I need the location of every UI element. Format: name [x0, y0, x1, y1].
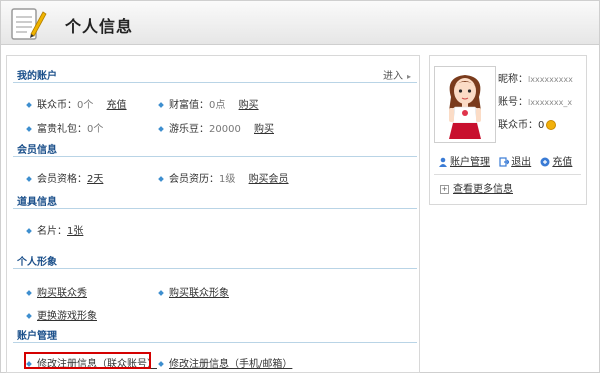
buy-wealth-link[interactable]: 购买	[239, 100, 259, 111]
bullet-icon	[26, 101, 32, 108]
plus-icon: +	[440, 184, 449, 194]
more-info-row: + 查看更多信息	[440, 180, 513, 195]
arrow-right-icon: ▸	[406, 72, 411, 81]
bullet-icon	[26, 289, 32, 296]
side-coins-row: 联众币：0	[498, 116, 557, 131]
image-link-row: 购买联众形象	[157, 284, 229, 299]
gift-value: 0个	[87, 124, 104, 135]
section-title: 账户管理	[17, 331, 57, 342]
member-level-value: 1级	[219, 174, 236, 185]
highlight-box	[24, 352, 151, 369]
buy-show-link[interactable]: 购买联众秀	[37, 288, 87, 299]
bullet-icon	[158, 125, 164, 132]
nickname-row: 昵称：lxxxxxxxxx	[498, 70, 573, 85]
member-qual-value[interactable]: 2天	[87, 174, 103, 185]
main-panel: 我的账户 进入 ▸ 联众币：0个 充值 财富值：0点 购买 富贵礼包：0个 游乐豆…	[6, 55, 420, 373]
edit-reg-phone-link[interactable]: 修改注册信息（手机/邮箱）	[169, 359, 292, 370]
coins-label: 联众币：	[37, 100, 77, 111]
wealth-value: 0点	[209, 100, 226, 111]
coins-row: 联众币：0个 充值	[25, 96, 127, 111]
buy-beans-link[interactable]: 购买	[254, 124, 274, 135]
section-account: 我的账户 进入 ▸	[13, 64, 417, 83]
wealth-row: 财富值：0点 购买	[157, 96, 259, 111]
section-title: 我的账户	[17, 71, 57, 82]
profile-panel: 昵称：lxxxxxxxxx 账号：lxxxxxxx_x 联众币：0 账户管理 退…	[429, 55, 587, 205]
section-member: 会员信息	[13, 138, 417, 157]
card-label: 名片：	[37, 226, 67, 237]
image-link-row: 更换游戏形象	[25, 307, 97, 322]
enter-label: 进入	[382, 71, 403, 82]
avatar-figure-icon	[449, 75, 481, 139]
page-header: 个人信息	[1, 1, 599, 45]
divider	[434, 174, 581, 175]
account-value: lxxxxxxx_x	[528, 98, 573, 107]
section-title: 会员信息	[17, 145, 57, 156]
bullet-icon	[26, 227, 32, 234]
beans-label: 游乐豆：	[169, 124, 209, 135]
wealth-label: 财富值：	[169, 100, 209, 111]
nickname-label: 昵称：	[498, 74, 528, 85]
buy-member-link[interactable]: 购买会员	[249, 174, 289, 185]
change-game-avatar-link[interactable]: 更换游戏形象	[37, 311, 97, 322]
logout-link[interactable]: 退出	[511, 157, 531, 168]
beans-row: 游乐豆：20000 购买	[157, 120, 274, 135]
gift-row: 富贵礼包：0个	[25, 120, 103, 135]
side-links: 账户管理 退出 充值	[438, 153, 578, 168]
page-title: 个人信息	[65, 17, 134, 36]
member-qual-label: 会员资格：	[37, 174, 87, 185]
more-info-link[interactable]: 查看更多信息	[453, 184, 513, 195]
side-coins-label: 联众币：	[498, 120, 538, 131]
bullet-icon	[26, 312, 32, 319]
side-recharge-link[interactable]: 充值	[552, 157, 572, 168]
card-value[interactable]: 1张	[67, 226, 83, 237]
avatar[interactable]	[434, 66, 496, 143]
bullet-icon	[158, 175, 164, 182]
bullet-icon	[158, 360, 164, 367]
bullet-icon	[26, 125, 32, 132]
section-items: 道具信息	[13, 190, 417, 209]
bullet-icon	[26, 175, 32, 182]
coins-value: 0个	[77, 100, 94, 111]
member-level-label: 会员资历：	[169, 174, 219, 185]
manage-link-row: 修改注册信息（手机/邮箱）	[157, 355, 292, 370]
account-manage-link[interactable]: 账户管理	[450, 157, 490, 168]
bullet-icon	[158, 289, 164, 296]
bullet-icon	[158, 101, 164, 108]
recharge-icon	[540, 157, 550, 167]
coin-icon	[546, 120, 557, 130]
card-row: 名片：1张	[25, 222, 83, 237]
member-level-row: 会员资历：1级 购买会员	[157, 170, 289, 185]
nickname-value: lxxxxxxxxx	[528, 75, 573, 84]
user-icon	[439, 157, 447, 167]
section-image: 个人形象	[13, 250, 417, 269]
notepad-pencil-icon	[11, 8, 47, 40]
section-title: 个人形象	[17, 257, 57, 268]
image-link-row: 购买联众秀	[25, 284, 87, 299]
section-manage: 账户管理	[13, 324, 417, 343]
member-qual-row: 会员资格：2天	[25, 170, 103, 185]
account-label: 账号：	[498, 97, 528, 108]
logout-icon	[499, 157, 510, 167]
account-row: 账号：lxxxxxxx_x	[498, 93, 572, 108]
gift-label: 富贵礼包：	[37, 124, 87, 135]
side-coins-value: 0	[538, 120, 545, 131]
enter-link[interactable]: 进入 ▸	[383, 67, 411, 82]
recharge-link[interactable]: 充值	[107, 100, 127, 111]
section-title: 道具信息	[17, 197, 57, 208]
beans-value: 20000	[209, 124, 241, 135]
buy-avatar-link[interactable]: 购买联众形象	[169, 288, 229, 299]
